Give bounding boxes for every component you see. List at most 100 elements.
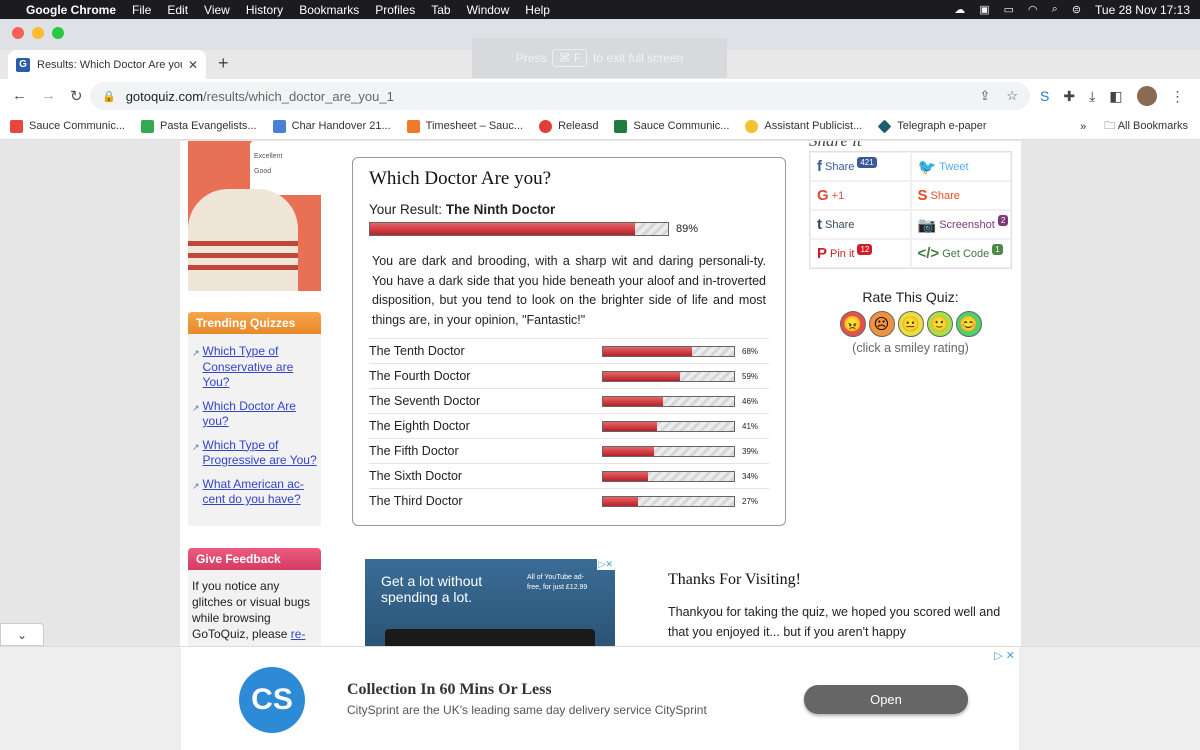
- menubar-clock[interactable]: Tue 28 Nov 17:13: [1095, 3, 1190, 17]
- share-button[interactable]: G +1: [810, 181, 911, 210]
- wifi-icon[interactable]: ◠: [1028, 3, 1038, 16]
- adchoices-icon[interactable]: ▷✕: [596, 559, 615, 570]
- battery-icon[interactable]: ▭: [1004, 3, 1014, 16]
- fullscreen-window-button[interactable]: [52, 27, 64, 39]
- share-title: Share it: [809, 141, 1012, 151]
- bookmark-item[interactable]: Timesheet – Sauc...: [406, 119, 523, 133]
- fullscreen-hint-press: Press: [515, 51, 547, 65]
- bookmark-item[interactable]: Char Handover 21...: [272, 119, 391, 133]
- trending-quizzes-box: Trending Quizzes ↗ Which Type of Conserva…: [188, 312, 321, 526]
- share-label: Share: [825, 160, 855, 173]
- address-bar[interactable]: 🔒 gotoquiz.com/results/which_doctor_are_…: [90, 82, 1030, 110]
- close-window-button[interactable]: [12, 27, 24, 39]
- fullscreen-exit-hint: Press ⌘ F to exit full screen: [472, 38, 727, 78]
- main-result-bar: 89%: [369, 222, 769, 236]
- bookmark-star-icon[interactable]: ☆: [1006, 88, 1018, 104]
- chrome-menu-icon[interactable]: ⋮: [1171, 88, 1185, 105]
- other-result-name: The Tenth Doctor: [369, 344, 465, 358]
- feedback-report-link[interactable]: re-: [291, 627, 306, 641]
- advert-open-button[interactable]: Open: [804, 685, 968, 714]
- smiley-rating-2-icon[interactable]: ☹: [868, 311, 895, 337]
- bookmark-item[interactable]: Releasd: [539, 119, 598, 133]
- result-progress-fill: [370, 223, 636, 235]
- trending-link[interactable]: Which Doctor Are you?: [203, 399, 317, 430]
- menu-bookmarks[interactable]: Bookmarks: [299, 3, 359, 17]
- back-arrow-icon[interactable]: ←: [12, 87, 27, 105]
- menu-edit[interactable]: Edit: [167, 3, 188, 17]
- your-result: Your Result: The Ninth Doctor: [369, 202, 769, 217]
- menu-window[interactable]: Window: [467, 3, 510, 17]
- trending-link[interactable]: Which Type of Conservative are You?: [203, 344, 317, 391]
- download-icon[interactable]: ⤓: [1089, 88, 1095, 105]
- citysprint-advert[interactable]: CS Collection In 60 Mins Or Less CitySpr…: [181, 647, 1019, 750]
- share-button[interactable]: S Share: [910, 181, 1011, 210]
- forward-arrow-icon[interactable]: →: [41, 87, 56, 105]
- bookmark-item[interactable]: Sauce Communic...: [614, 119, 729, 133]
- other-result-name: The Fourth Doctor: [369, 369, 471, 383]
- menu-view[interactable]: View: [204, 3, 230, 17]
- tab-close-icon[interactable]: ✕: [188, 58, 198, 72]
- other-results-list: The Tenth Doctor 68% The Fourth Doctor 59% T…: [369, 338, 769, 513]
- all-bookmarks-folder[interactable]: 🗀 All Bookmarks: [1104, 117, 1188, 136]
- give-feedback-title: Give Feedback: [188, 548, 321, 570]
- youtube-ad-headline: Get a lot without spending a lot.: [381, 573, 483, 605]
- share-button[interactable]: f Share 421: [810, 152, 911, 181]
- trending-link[interactable]: What American ac-cent do you have?: [203, 477, 317, 508]
- bookmark-label: Pasta Evangelists...: [159, 120, 257, 132]
- share-label: Screenshot: [939, 218, 995, 231]
- control-center-icon[interactable]: ⊜: [1072, 3, 1081, 16]
- bookmark-label: Char Handover 21...: [291, 120, 391, 132]
- smiley-rating-5-icon[interactable]: 😊: [955, 311, 982, 337]
- bookmark-item[interactable]: Sauce Communic...: [10, 119, 125, 133]
- share-button[interactable]: 📷 Screenshot 2: [910, 210, 1011, 239]
- sidebar-advert[interactable]: Excellent Good: [188, 141, 321, 291]
- bookmark-item[interactable]: Assistant Publicist...: [745, 119, 862, 133]
- profile-avatar[interactable]: [1136, 86, 1157, 106]
- lock-icon[interactable]: 🔒: [102, 90, 116, 103]
- trending-quizzes-title: Trending Quizzes: [188, 312, 321, 334]
- menu-app-name[interactable]: Google Chrome: [26, 3, 116, 17]
- smiley-rating-4-icon[interactable]: 🙂: [926, 311, 953, 337]
- bookmark-favicon-icon: [539, 119, 553, 133]
- bookmark-item[interactable]: Pasta Evangelists...: [140, 119, 257, 133]
- menu-history[interactable]: History: [246, 3, 283, 17]
- minimize-window-button[interactable]: [32, 27, 44, 39]
- youtube-advert[interactable]: Get a lot without spending a lot. All of…: [365, 559, 615, 646]
- other-result-bar: [602, 470, 735, 482]
- other-result-percent: 68%: [742, 346, 759, 356]
- thanks-title: Thanks For Visiting!: [668, 571, 801, 588]
- menu-file[interactable]: File: [132, 3, 151, 17]
- adchoices-close-icon[interactable]: ▷ ✕: [994, 649, 1015, 662]
- menu-profiles[interactable]: Profiles: [375, 3, 415, 17]
- extensions-puzzle-icon[interactable]: ✚: [1063, 88, 1075, 105]
- reload-icon[interactable]: ↻: [70, 87, 83, 105]
- share-button[interactable]: 🐦 Tweet: [910, 152, 1011, 181]
- other-result-bar: [602, 495, 735, 507]
- share-count-badge: 2: [997, 215, 1009, 226]
- advert-headline[interactable]: Collection In 60 Mins Or Less: [347, 681, 552, 699]
- cloud-icon[interactable]: ☁: [954, 3, 965, 16]
- screen-icon[interactable]: ▣: [979, 3, 989, 16]
- new-tab-button[interactable]: +: [218, 53, 229, 74]
- smiley-rating-1-icon[interactable]: 😠: [839, 311, 866, 337]
- share-label: Share: [930, 189, 960, 202]
- collapse-chevron-down-icon[interactable]: ⌄: [0, 623, 44, 646]
- share-button[interactable]: t Share: [810, 210, 911, 239]
- menu-help[interactable]: Help: [525, 3, 550, 17]
- share-button[interactable]: P Pin it 12: [810, 239, 911, 268]
- spotlight-search-icon[interactable]: ⌕: [1052, 3, 1058, 16]
- other-result-bar: [602, 420, 735, 432]
- bookmark-item[interactable]: Telegraph e-paper: [877, 119, 987, 133]
- menu-tab[interactable]: Tab: [431, 3, 450, 17]
- extension-s-icon[interactable]: S: [1040, 88, 1049, 104]
- bookmark-favicon-icon: [272, 119, 286, 133]
- smiley-rating-3-icon[interactable]: 😐: [897, 311, 924, 337]
- side-panel-icon[interactable]: ◧: [1109, 88, 1122, 105]
- tab-active[interactable]: G Results: Which Doctor Are you ✕: [8, 50, 206, 79]
- tab-title: Results: Which Doctor Are you: [37, 58, 182, 71]
- other-result-name: The Fifth Doctor: [369, 444, 459, 458]
- share-page-icon[interactable]: ⇪: [979, 88, 990, 104]
- bookmarks-overflow-icon[interactable]: »: [1080, 121, 1086, 133]
- share-button[interactable]: </> Get Code 1: [910, 239, 1011, 268]
- trending-link[interactable]: Which Type of Progressive are You?: [203, 438, 317, 469]
